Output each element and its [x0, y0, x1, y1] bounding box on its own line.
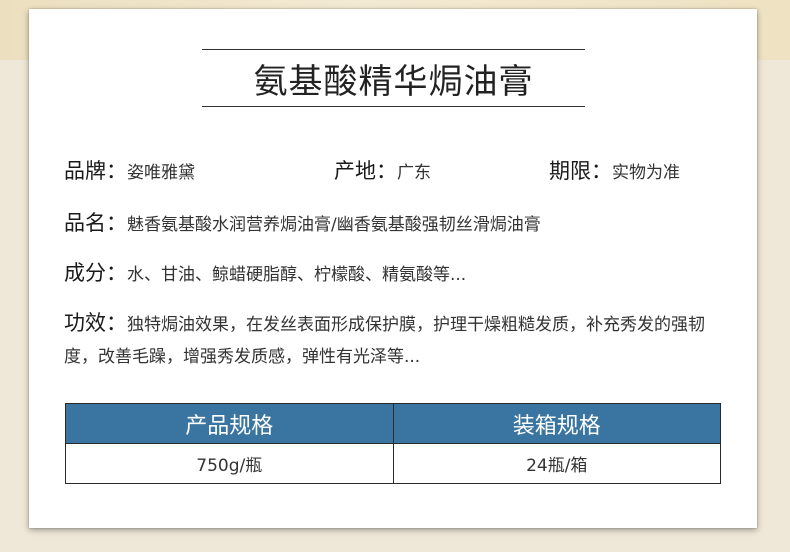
period-label: 期限： [549, 159, 612, 183]
brand-value: 姿唯雅黛 [127, 163, 195, 183]
spec-table-header-row: 产品规格 装箱规格 [65, 403, 721, 444]
brand-field: 品牌：姿唯雅黛 [64, 155, 195, 185]
product-info-card: 氨基酸精华焗油膏 品牌：姿唯雅黛 产地：广东 期限：实物为准 品名：魅香氨基酸水… [29, 9, 757, 528]
spec-header-product: 产品规格 [65, 403, 394, 444]
product-title: 氨基酸精华焗油膏 [253, 61, 534, 102]
table-row: 750g/瓶 24瓶/箱 [65, 443, 721, 484]
effect-label: 功效： [64, 311, 127, 335]
origin-field: 产地：广东 [334, 155, 431, 185]
spec-header-carton: 装箱规格 [392, 403, 721, 444]
spec-table: 产品规格 装箱规格 750g/瓶 24瓶/箱 [65, 403, 721, 484]
name-label: 品名： [64, 211, 127, 235]
info-row-product-name: 品名：魅香氨基酸水润营养焗油膏/幽香氨基酸强韧丝滑焗油膏 [64, 207, 541, 237]
spec-cell-product: 750g/瓶 [65, 443, 394, 484]
period-field: 期限：实物为准 [549, 155, 680, 185]
period-value: 实物为准 [612, 163, 680, 183]
ingredients-label: 成分： [64, 261, 127, 285]
title-frame: 氨基酸精华焗油膏 [202, 49, 585, 107]
name-value: 魅香氨基酸水润营养焗油膏/幽香氨基酸强韧丝滑焗油膏 [127, 215, 541, 235]
origin-value: 广东 [397, 163, 431, 183]
effect-value: 独特焗油效果，在发丝表面形成保护膜，护理干燥粗糙发质，补充秀发的强韧度，改善毛躁… [64, 315, 705, 367]
ingredients-value: 水、甘油、鲸蜡硬脂醇、柠檬酸、精氨酸等... [127, 265, 467, 285]
info-row-ingredients: 成分：水、甘油、鲸蜡硬脂醇、柠檬酸、精氨酸等... [64, 257, 466, 287]
brand-label: 品牌： [64, 159, 127, 183]
info-row-effect: 功效：独特焗油效果，在发丝表面形成保护膜，护理干燥粗糙发质，补充秀发的强韧度，改… [64, 307, 724, 373]
spec-cell-carton: 24瓶/箱 [392, 443, 721, 484]
origin-label: 产地： [334, 159, 397, 183]
